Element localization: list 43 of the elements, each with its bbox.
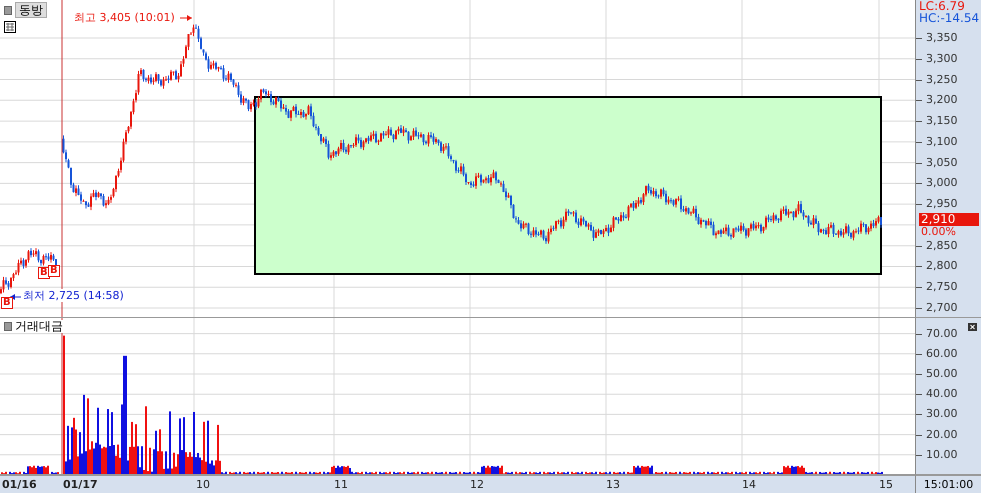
price-axis-label: 2,950: [926, 197, 958, 210]
volume-axis-label: 40.00: [926, 387, 958, 400]
time-axis-label: 01/16: [2, 478, 37, 491]
price-axis-label: 3,200: [926, 93, 958, 106]
time-axis-label: 11: [334, 478, 348, 491]
time-axis-label: 14: [742, 478, 756, 491]
volume-panel-title: 거래대금: [15, 320, 63, 333]
price-axis-label: 3,100: [926, 134, 958, 148]
volume-axis-label: 20.00: [926, 428, 958, 441]
volume-axis-label: 60.00: [926, 346, 958, 360]
buy-signal-marker: B: [48, 265, 60, 277]
low-price-note: 최저 2,725 (14:58): [23, 289, 124, 302]
volume-axis-label: 30.00: [926, 407, 958, 420]
grid-icon[interactable]: [4, 21, 16, 33]
indicator-value: HC:-14.54: [918, 12, 980, 24]
price-axis-label: 2,800: [926, 259, 958, 272]
price-axis-label: 3,250: [926, 72, 958, 86]
price-axis-label: 2,750: [926, 280, 958, 294]
time-axis-label: 15: [879, 478, 893, 491]
current-time: 15:01:00: [924, 478, 974, 491]
last-price-tag: 2,910: [919, 213, 979, 226]
price-axis-label: 3,000: [926, 176, 958, 190]
time-axis-label: 13: [606, 478, 620, 491]
volume-axis-label: 10.00: [926, 448, 958, 461]
buy-signal-marker: B: [1, 297, 13, 309]
price-axis-label: 3,150: [926, 114, 958, 128]
price-axis-label: 3,050: [926, 156, 958, 169]
time-axis-label: 10: [196, 478, 210, 491]
volume-axis-label: 70.00: [926, 326, 958, 340]
change-percent: 0.00%: [921, 226, 956, 238]
volume-axis-label: 50.00: [926, 367, 958, 380]
stock-name: 동방: [15, 2, 47, 18]
time-axis-label: 12: [470, 478, 484, 491]
price-axis-label: 2,700: [926, 301, 958, 314]
price-axis-label: 2,850: [926, 238, 958, 252]
high-price-note: 최고 3,405 (10:01): [74, 11, 175, 24]
close-icon[interactable]: [968, 323, 977, 331]
indicator-value: LC:6.79: [918, 0, 966, 12]
arrow-icon: [180, 15, 192, 21]
price-axis-label: 3,300: [926, 52, 958, 65]
time-axis-label: 01/17: [63, 478, 98, 491]
panel-icon[interactable]: [4, 6, 12, 14]
price-axis-label: 3,350: [926, 31, 958, 44]
